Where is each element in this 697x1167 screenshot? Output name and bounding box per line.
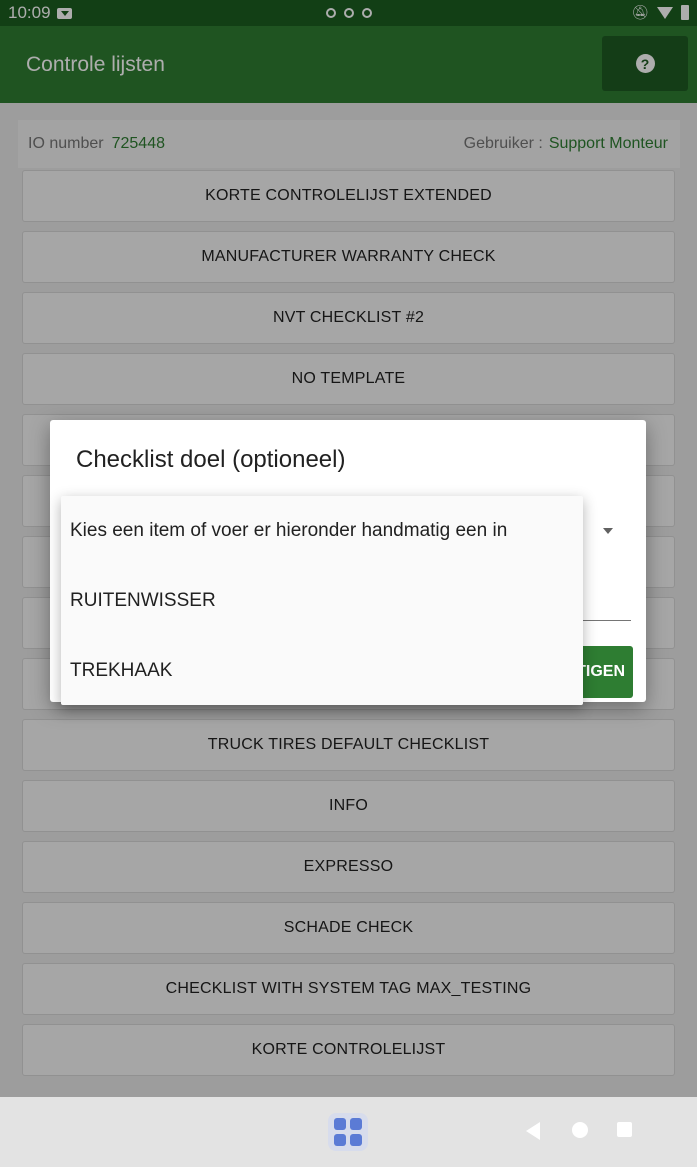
dropdown-option-prompt[interactable]: Kies een item of voer er hieronder handm… (61, 496, 583, 566)
caret-down-icon[interactable] (603, 528, 613, 534)
dropdown-option-ruitenwisser[interactable]: RUITENWISSER (61, 566, 583, 636)
apps-grid-cell (334, 1118, 346, 1130)
app-root: 10:09 🔕︎ Controle lijsten ? IO number 725… (0, 0, 697, 1167)
back-icon[interactable] (526, 1122, 540, 1140)
dropdown-popup: Kies een item of voer er hieronder handm… (61, 496, 583, 705)
text-input-underline[interactable] (580, 620, 631, 621)
apps-grid-cell (350, 1118, 362, 1130)
home-icon[interactable] (572, 1122, 588, 1138)
recents-icon[interactable] (617, 1122, 632, 1137)
dropdown-option-trekhaak[interactable]: TREKHAAK (61, 636, 583, 706)
apps-grid-cell (350, 1134, 362, 1146)
dialog-title: Checklist doel (optioneel) (76, 446, 346, 473)
apps-grid-icon[interactable] (328, 1113, 368, 1151)
apps-grid-cell (334, 1134, 346, 1146)
system-nav-bar (0, 1097, 697, 1167)
